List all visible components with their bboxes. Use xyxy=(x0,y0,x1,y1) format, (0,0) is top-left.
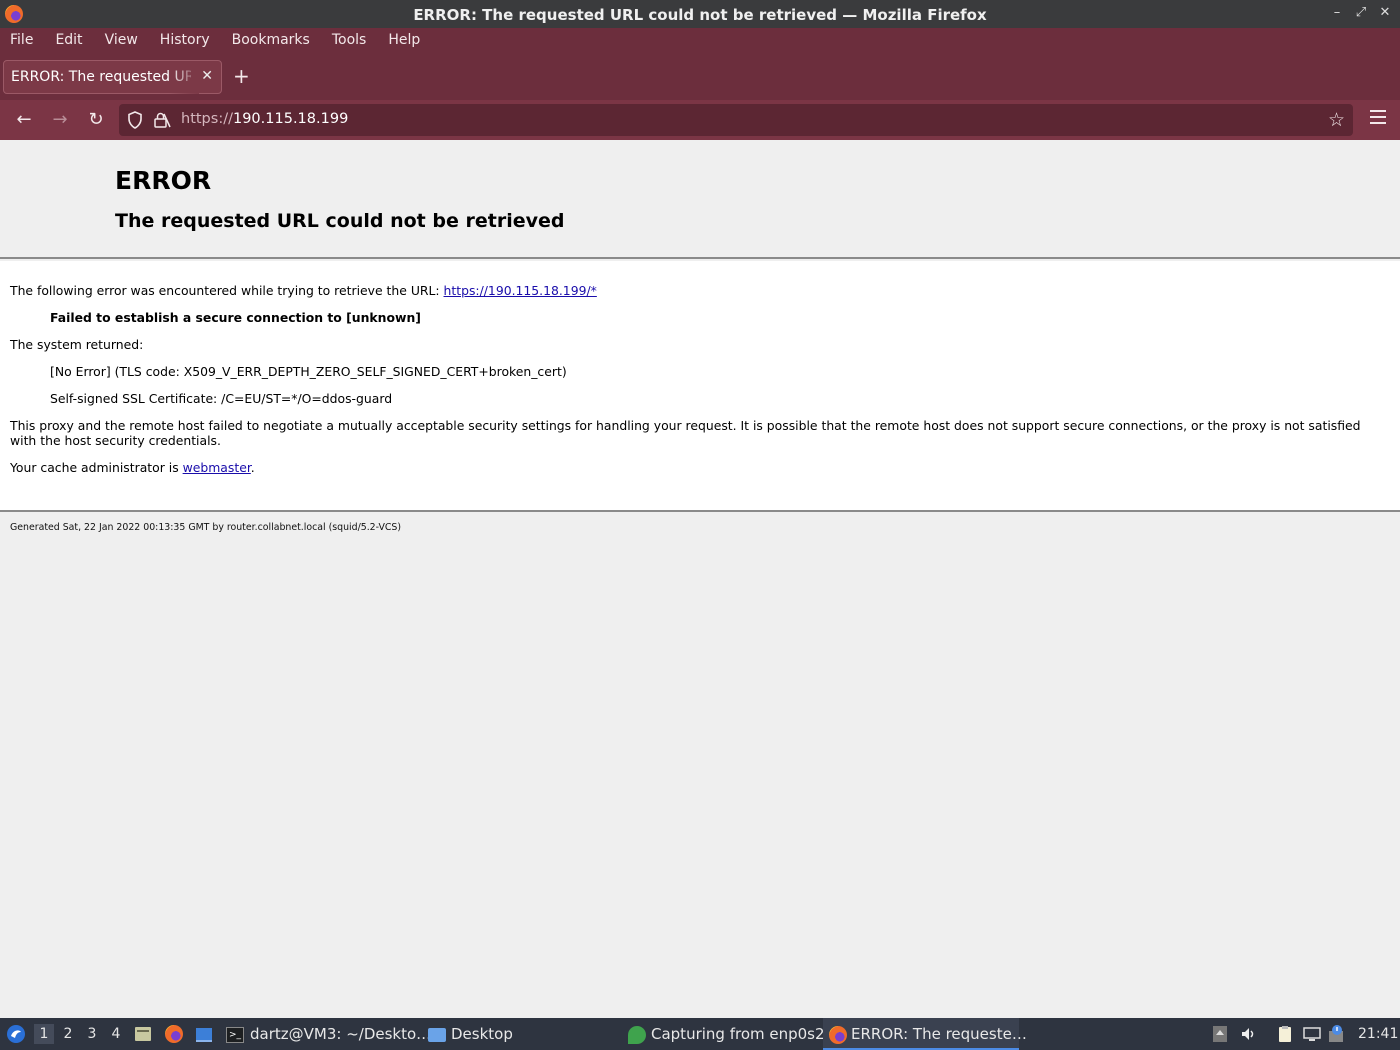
terminal-icon: >_ xyxy=(226,1026,244,1043)
failed-message: Failed to establish a secure connection … xyxy=(50,310,421,325)
menu-file[interactable]: File xyxy=(0,28,44,54)
menu-history[interactable]: History xyxy=(149,28,221,54)
window-title: ERROR: The requested URL could not be re… xyxy=(413,6,987,24)
taskbar: 1 2 3 4 >_ dartz@VM3: ~/Deskto… Desktop C… xyxy=(0,1018,1400,1050)
error-url-link[interactable]: https://190.115.18.199/* xyxy=(444,283,597,298)
task-desktop-folder[interactable]: Desktop xyxy=(428,1018,618,1050)
file-manager-launcher-icon[interactable] xyxy=(134,1025,152,1043)
error-title: ERROR xyxy=(115,166,212,195)
menu-help[interactable]: Help xyxy=(377,28,431,54)
cache-admin-line: Your cache administrator is webmaster. xyxy=(10,460,255,475)
tab-label: ERROR: The requested URL could not be re… xyxy=(11,69,191,85)
page-content: ERROR The requested URL could not be ret… xyxy=(0,140,1400,1018)
firefox-task-icon xyxy=(829,1025,847,1044)
task-wireshark-label: Capturing from enp0s2 xyxy=(651,1025,825,1043)
back-button[interactable]: ← xyxy=(12,108,36,132)
bookmark-star-icon[interactable]: ☆ xyxy=(1328,109,1345,131)
task-firefox[interactable]: ERROR: The requeste… xyxy=(823,1018,1027,1050)
webmaster-link[interactable]: webmaster xyxy=(183,460,251,475)
window-titlebar: ERROR: The requested URL could not be re… xyxy=(0,0,1400,28)
explanation-text: This proxy and the remote host failed to… xyxy=(10,418,1361,448)
error-body: The following error was encountered whil… xyxy=(0,261,1400,512)
menu-edit[interactable]: Edit xyxy=(44,28,93,54)
certificate-message: Self-signed SSL Certificate: /C=EU/ST=*/… xyxy=(50,391,393,406)
workspace-4[interactable]: 4 xyxy=(106,1024,126,1044)
lock-warning-icon[interactable] xyxy=(153,111,171,129)
wireshark-icon xyxy=(628,1025,646,1044)
forward-button[interactable]: → xyxy=(48,108,72,132)
reload-button[interactable]: ↻ xyxy=(84,108,108,132)
tray-up-arrow-icon[interactable] xyxy=(1211,1025,1229,1043)
task-terminal[interactable]: >_ dartz@VM3: ~/Deskto… xyxy=(226,1018,431,1050)
workspace-1[interactable]: 1 xyxy=(34,1024,54,1044)
workspace-3[interactable]: 3 xyxy=(82,1024,102,1044)
network-icon[interactable] xyxy=(1303,1025,1321,1043)
task-firefox-label: ERROR: The requeste… xyxy=(851,1025,1027,1043)
url-bar[interactable]: https://190.115.18.199 ☆ xyxy=(119,104,1353,136)
maximize-button[interactable]: ⤢ xyxy=(1354,5,1368,20)
menu-tools[interactable]: Tools xyxy=(321,28,378,54)
task-terminal-label: dartz@VM3: ~/Deskto… xyxy=(250,1025,432,1043)
new-tab-button[interactable]: + xyxy=(233,64,250,88)
task-wireshark[interactable]: Capturing from enp0s2 xyxy=(628,1018,825,1050)
menu-bar: File Edit View History Bookmarks Tools H… xyxy=(0,28,431,54)
volume-icon[interactable] xyxy=(1240,1025,1258,1043)
navigation-toolbar: ← → ↻ https://190.115.18.199 ☆ xyxy=(0,100,1400,140)
window-controls: – ⤢ ✕ xyxy=(1330,5,1392,20)
error-url-line: The following error was encountered whil… xyxy=(10,283,597,298)
error-header: ERROR The requested URL could not be ret… xyxy=(0,140,1400,259)
tab-error-page[interactable]: ERROR: The requested URL could not be re… xyxy=(3,60,222,94)
browser-chrome: File Edit View History Bookmarks Tools H… xyxy=(0,28,1400,140)
menu-view[interactable]: View xyxy=(94,28,149,54)
minimize-button[interactable]: – xyxy=(1330,5,1344,20)
workspace-2[interactable]: 2 xyxy=(58,1024,78,1044)
url-text[interactable]: https://190.115.18.199 xyxy=(181,111,348,127)
clipboard-icon[interactable] xyxy=(1276,1025,1294,1043)
close-window-button[interactable]: ✕ xyxy=(1378,5,1392,20)
hamburger-menu-icon[interactable] xyxy=(1370,110,1386,128)
firefox-launcher-icon[interactable] xyxy=(165,1025,183,1043)
tls-code-message: [No Error] (TLS code: X509_V_ERR_DEPTH_Z… xyxy=(50,364,567,379)
show-desktop-icon[interactable] xyxy=(195,1025,213,1043)
start-menu-icon[interactable] xyxy=(6,1024,26,1044)
shield-icon[interactable] xyxy=(127,111,143,129)
system-returned-label: The system returned: xyxy=(10,337,144,352)
menu-bookmarks[interactable]: Bookmarks xyxy=(221,28,321,54)
notification-icon[interactable] xyxy=(1328,1025,1346,1043)
tab-close-icon[interactable]: ✕ xyxy=(201,68,213,84)
folder-icon xyxy=(428,1027,446,1042)
task-desktop-label: Desktop xyxy=(451,1025,513,1043)
generated-footer: Generated Sat, 22 Jan 2022 00:13:35 GMT … xyxy=(10,522,402,533)
error-subtitle: The requested URL could not be retrieved xyxy=(115,210,565,232)
clock[interactable]: 21:41 xyxy=(1358,1018,1398,1050)
